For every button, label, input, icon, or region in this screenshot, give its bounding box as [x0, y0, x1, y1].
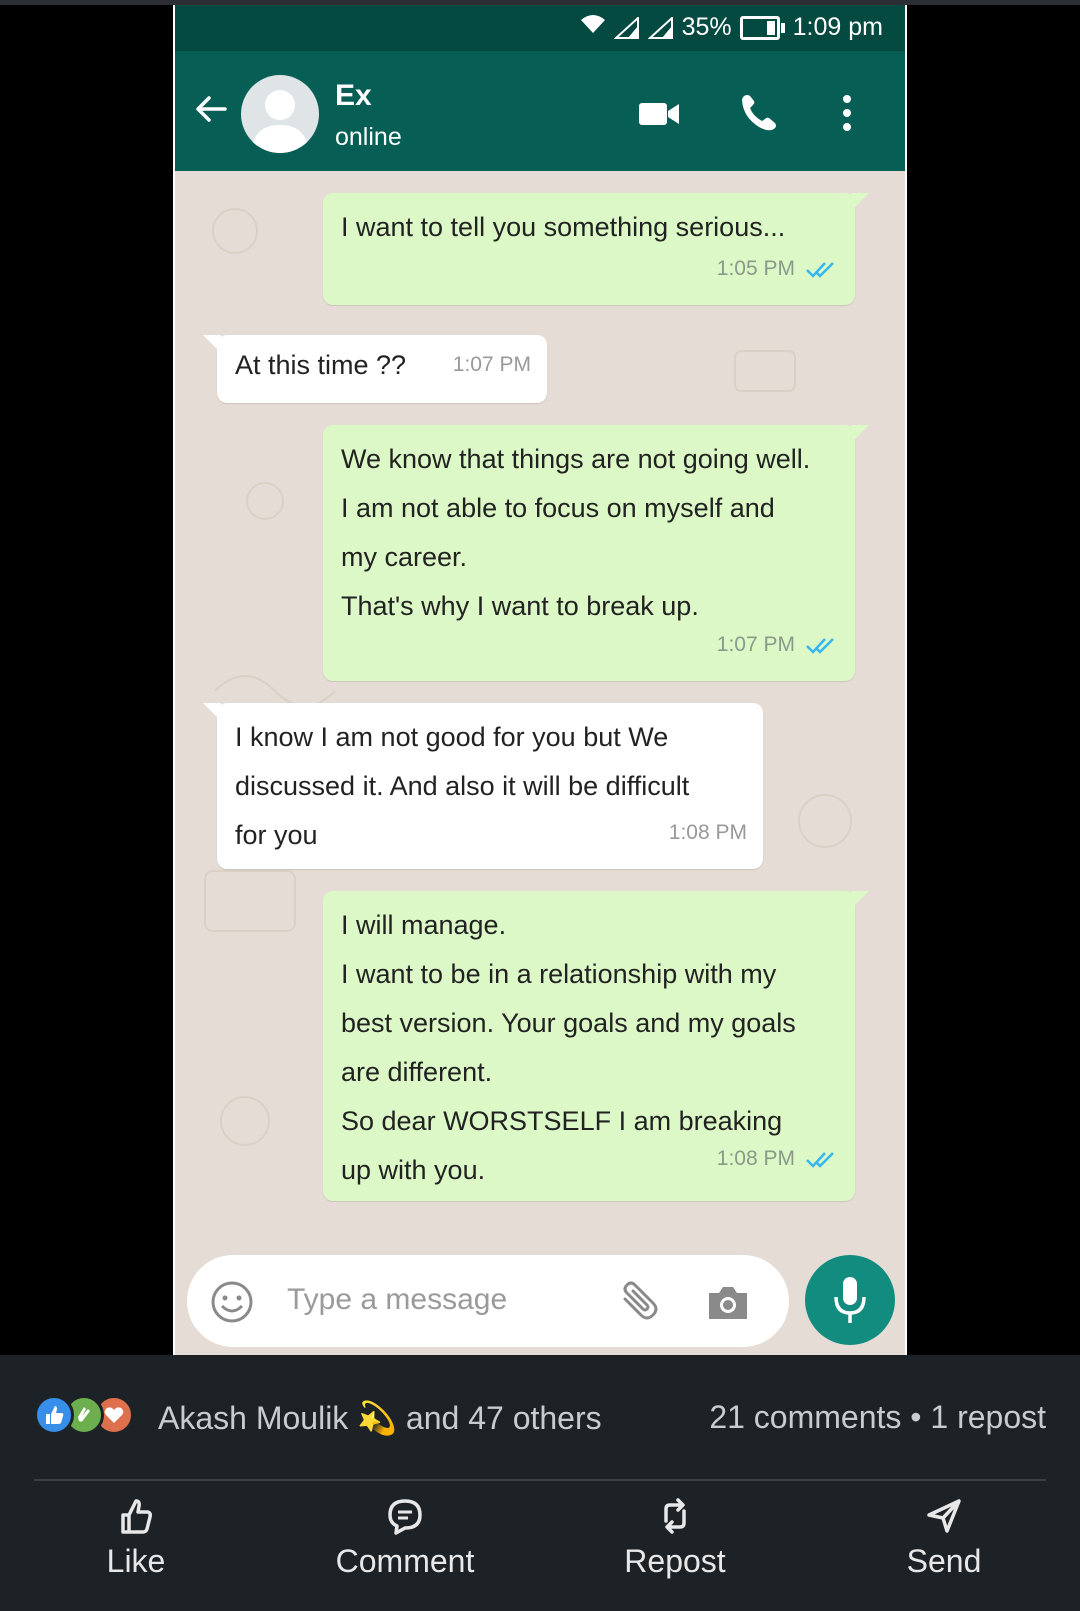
status-time: 1:09 pm	[792, 13, 883, 41]
message-text: my career.	[341, 542, 468, 572]
mic-button[interactable]	[805, 1255, 895, 1345]
message-time: 1:08 PM	[716, 1147, 795, 1170]
message-placeholder: Type a message	[287, 1283, 508, 1316]
emoji-icon[interactable]	[209, 1279, 255, 1325]
post-footer: Akash Moulik 💫 and 47 others 21 comments…	[0, 1355, 1080, 1611]
composer-bar: Type a message	[175, 1255, 905, 1355]
camera-icon[interactable]	[705, 1281, 751, 1323]
double-check-icon	[805, 635, 839, 655]
message-text: best version. Your goals and my goals	[341, 1008, 796, 1038]
message-text: I am not able to focus on myself and	[341, 493, 775, 523]
comments-reposts-count[interactable]: 21 comments • 1 repost	[709, 1399, 1046, 1436]
message-text: I know I am not good for you but We	[235, 722, 669, 752]
send-label: Send	[906, 1543, 982, 1579]
message-list: I want to tell you something serious... …	[175, 171, 905, 1255]
thumbs-up-icon	[121, 1499, 152, 1534]
send-icon	[927, 1499, 961, 1533]
repost-icon	[664, 1498, 686, 1534]
send-button[interactable]: Send	[904, 1495, 984, 1580]
message-text: are different.	[341, 1057, 493, 1087]
contact-status: online	[335, 123, 402, 151]
message-bubble-outgoing[interactable]: We know that things are not going well. …	[323, 425, 869, 681]
wifi-icon	[580, 13, 606, 42]
like-reaction-icon	[34, 1395, 74, 1435]
contact-name[interactable]: Ex	[335, 79, 372, 113]
reactor-name: Akash Moulik	[158, 1400, 349, 1436]
message-bubble-incoming[interactable]: I know I am not good for you but We disc…	[203, 703, 763, 869]
message-bubble-outgoing[interactable]: I want to tell you something serious... …	[323, 193, 869, 305]
attach-icon[interactable]	[615, 1279, 661, 1325]
chat-header: Ex online	[175, 51, 905, 171]
message-bubble-outgoing[interactable]: I will manage. I want to be in a relatio…	[323, 891, 869, 1201]
video-call-icon[interactable]	[637, 91, 681, 135]
voice-call-icon[interactable]	[737, 91, 781, 135]
sparkle-emoji-icon: 💫	[357, 1400, 398, 1436]
like-button[interactable]: Like	[96, 1495, 176, 1580]
status-bar: 35% 1:09 pm	[175, 5, 905, 51]
reactor-suffix: and 47 others	[405, 1400, 602, 1436]
signal-icon-2	[647, 15, 674, 39]
divider	[34, 1479, 1046, 1481]
like-label: Like	[106, 1543, 166, 1579]
comment-label: Comment	[335, 1543, 475, 1579]
message-time: 1:05 PM	[716, 257, 795, 280]
message-text: I will manage.	[341, 910, 507, 940]
comment-button[interactable]: Comment	[326, 1495, 484, 1580]
reaction-icons[interactable]	[34, 1393, 134, 1437]
message-text: discussed it. And also it will be diffic…	[235, 771, 690, 801]
back-arrow-icon[interactable]	[191, 89, 231, 129]
message-time: 1:08 PM	[668, 821, 747, 844]
repost-label: Repost	[624, 1543, 726, 1579]
comment-icon	[388, 1499, 422, 1535]
battery-percent: 35%	[681, 13, 732, 41]
battery-icon	[739, 15, 785, 40]
message-input[interactable]: Type a message	[187, 1255, 789, 1347]
microphone-icon	[834, 1277, 866, 1323]
message-text: We know that things are not going well.	[341, 444, 811, 474]
repost-button[interactable]: Repost	[622, 1495, 728, 1580]
message-time: 1:07 PM	[452, 353, 531, 376]
signal-icon	[613, 15, 640, 39]
chat-screenshot: 35% 1:09 pm Ex online I want to tell you…	[173, 5, 907, 1355]
more-options-icon[interactable]	[825, 91, 869, 135]
double-check-icon	[805, 1149, 839, 1169]
message-text: I want to be in a relationship with my	[341, 959, 777, 989]
avatar[interactable]	[241, 75, 319, 153]
message-bubble-incoming[interactable]: At this time ?? 1:07 PM	[203, 335, 547, 403]
message-time: 1:07 PM	[716, 633, 795, 656]
double-check-icon	[805, 259, 839, 279]
reactors-summary[interactable]: Akash Moulik 💫 and 47 others	[158, 1399, 602, 1437]
